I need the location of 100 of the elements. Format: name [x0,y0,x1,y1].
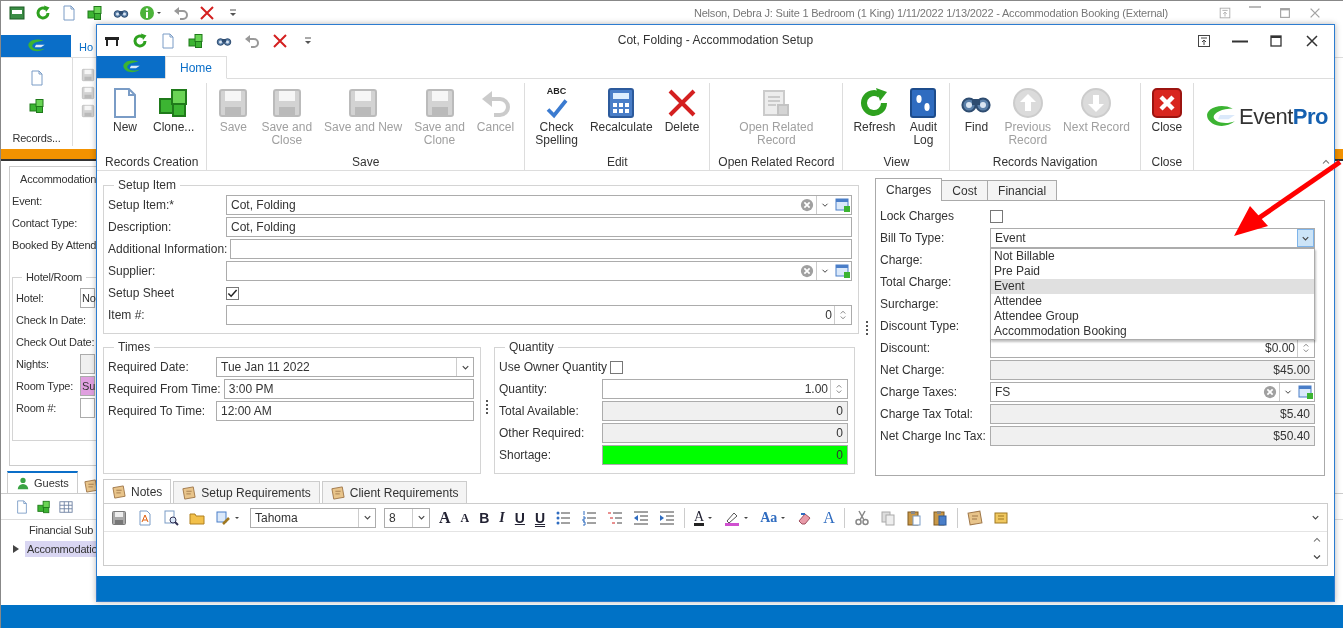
font-button[interactable]: A [822,509,836,526]
grow-font-button[interactable]: A [438,509,452,526]
dropdown-option[interactable]: Event [991,279,1314,294]
text-field[interactable] [80,398,95,418]
outdent-button[interactable] [632,509,651,526]
dropdown-option[interactable]: Attendee Group [991,309,1314,324]
window-button[interactable] [9,5,25,21]
tab[interactable]: Guests [7,471,78,493]
underline-button[interactable]: U [513,509,526,526]
dropdown-option[interactable]: Not Billable [991,249,1314,264]
calculator-button[interactable]: Recalculate [583,83,659,153]
tab[interactable]: Financial [987,180,1058,200]
shrink-font-button[interactable]: A [459,509,471,526]
pin-button[interactable] [1196,33,1212,49]
field-label: Surcharge: [880,297,940,311]
note-button[interactable] [991,509,1010,526]
indent-button[interactable] [658,509,677,526]
cubes-button[interactable]: Clone... [147,83,201,153]
field-label: Bill To Type: [880,231,946,245]
cubes-button[interactable] [87,5,103,21]
number-field[interactable]: 0 [226,305,852,325]
page-icon [160,33,176,49]
text-field[interactable]: Cot, Folding [226,217,852,237]
maximize-button[interactable] [1268,33,1284,49]
group-title: Times [117,340,152,354]
checkbox[interactable] [226,286,239,300]
field-label: Description: [108,220,173,234]
ribbon-tab[interactable]: Ho [71,41,94,57]
document-button[interactable] [136,509,154,526]
bold-button[interactable]: B [478,509,491,526]
number-field[interactable]: $0.00 [990,338,1315,358]
dropdown-option[interactable]: Accommodation Booking [991,324,1314,339]
field-label: Use Owner Quantity [499,360,609,374]
book-button[interactable]: Audit Log [901,83,946,153]
dropdown-option[interactable]: Pre Paid [991,264,1314,279]
bulleted-list-icon [555,509,572,526]
floppy-icon [217,87,250,119]
note-button[interactable] [965,509,984,526]
floppy-button[interactable] [110,509,128,526]
checkmark-button[interactable]: ABC Check Spelling [529,83,584,153]
tab[interactable]: Charges [875,178,943,201]
numbered-list-button[interactable] [580,509,599,526]
field-label: Supplier: [108,264,157,278]
cross-button[interactable] [199,5,215,21]
dropdown-field[interactable]: 8 [384,507,430,528]
double-underline-button[interactable]: U [533,509,547,526]
splitter-grip[interactable] [486,400,489,414]
minimize-icon [1248,6,1262,8]
dropdown-field[interactable]: Tue Jan 11 2022 [216,357,474,377]
binoculars-button[interactable]: Find [954,83,999,153]
group-label: Close [1150,154,1184,169]
checkbox[interactable] [610,360,624,374]
italic-button[interactable]: I [498,509,506,526]
refresh-button[interactable] [132,33,148,49]
tab[interactable]: Notes [103,479,172,503]
checkbox[interactable] [990,209,1003,223]
text-field[interactable]: 12:00 AM [216,401,474,421]
lookup-field[interactable] [226,261,852,281]
readonly-field: $5.40 [990,404,1315,424]
field-label: Lock Charges [880,209,956,223]
lookup-field[interactable]: Cot, Folding [226,195,852,215]
tab[interactable]: Cost [941,180,989,200]
close-button[interactable]: Close [1144,83,1189,153]
logo-text: EventPro [1239,103,1328,130]
text-field[interactable] [230,239,852,259]
info-button[interactable] [139,5,163,21]
magnifier-button[interactable] [162,509,180,526]
expand-icon[interactable] [13,545,19,553]
dropdown-option[interactable]: Attendee [991,294,1314,309]
field-label: Total Charge: [880,275,953,289]
text-field[interactable]: No [80,288,95,308]
cross-button[interactable]: Delete [658,83,706,153]
bulleted-list-button[interactable] [554,509,573,526]
close-button[interactable] [1304,33,1320,49]
ribbon-tab[interactable]: Home [165,56,227,79]
group-label: Open Related Record [717,154,836,169]
cross-button[interactable] [272,33,288,49]
number-field[interactable]: 1.00 [602,379,848,399]
text-field[interactable]: 3:00 PM [223,379,474,399]
undo-button[interactable] [173,5,189,21]
multilevel-list-button[interactable] [606,509,625,526]
undo-button[interactable] [244,33,260,49]
font-color-button[interactable]: A [693,509,716,526]
text-field[interactable]: Su [80,376,95,396]
readonly-field [80,354,95,374]
page-button[interactable]: New [103,83,147,153]
lookup-field[interactable]: FS [990,382,1315,402]
group-title: Setup Item [117,178,178,192]
brush-button[interactable] [214,509,242,526]
clipboard-button[interactable] [930,509,949,526]
cubes-button[interactable] [188,33,204,49]
refresh-button[interactable]: Refresh [847,83,902,153]
splitter-grip[interactable] [865,321,869,335]
change-case-button[interactable]: Aa [759,509,789,526]
clipboard-button[interactable] [904,509,923,526]
scissors-button[interactable] [852,509,871,526]
tab[interactable]: Client Requirements [321,481,468,503]
refresh-button[interactable] [35,5,51,21]
tab[interactable]: Setup Requirements [173,481,320,503]
dropdown-field[interactable]: Tahoma [250,507,376,528]
